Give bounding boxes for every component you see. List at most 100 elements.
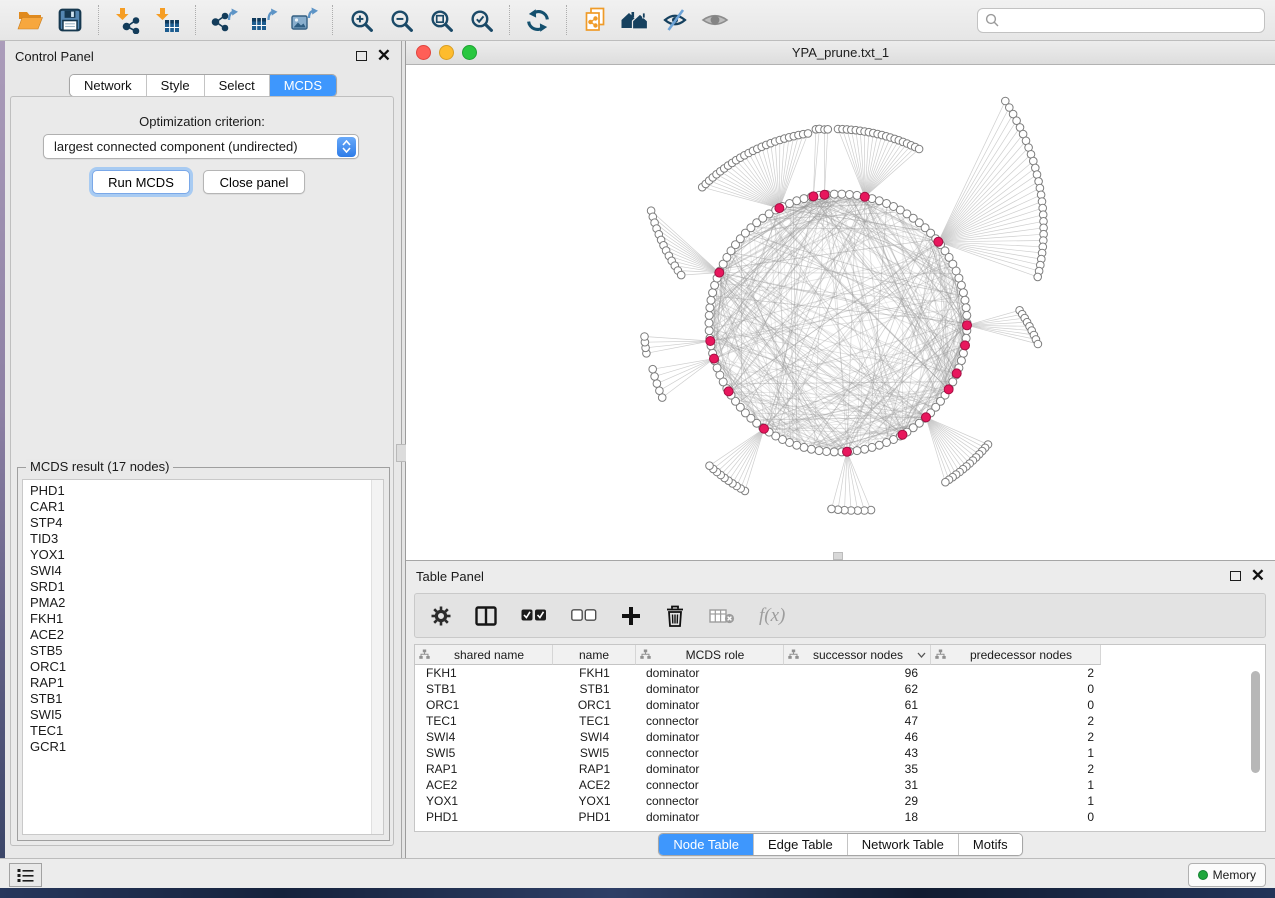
delete-table-button[interactable] bbox=[709, 608, 735, 624]
minimize-window-icon[interactable] bbox=[439, 45, 454, 60]
control-panel-title: Control Panel bbox=[15, 49, 94, 64]
function-builder-button[interactable]: f(x) bbox=[759, 605, 785, 627]
table-row[interactable]: RAP1RAP1dominator352 bbox=[415, 761, 1265, 777]
zoom-window-icon[interactable] bbox=[462, 45, 477, 60]
float-panel-icon[interactable] bbox=[356, 51, 367, 61]
tab-select[interactable]: Select bbox=[204, 75, 269, 96]
task-history-button[interactable] bbox=[9, 863, 42, 887]
toolbar-separator bbox=[509, 5, 510, 35]
table-cell: YOX1 bbox=[553, 793, 636, 809]
table-row[interactable]: SWI4SWI4dominator462 bbox=[415, 729, 1265, 745]
table-row[interactable]: YOX1YOX1connector291 bbox=[415, 793, 1265, 809]
export-image-button[interactable] bbox=[284, 3, 324, 37]
column-header-successor-nodes[interactable]: successor nodes bbox=[784, 645, 931, 665]
mcds-result-item[interactable]: SRD1 bbox=[30, 579, 383, 595]
table-scrollbar-thumb[interactable] bbox=[1251, 671, 1260, 773]
column-header-shared-name[interactable]: shared name bbox=[415, 645, 553, 665]
search-field[interactable] bbox=[977, 8, 1265, 33]
table-cell: 43 bbox=[784, 745, 931, 761]
export-table-button[interactable] bbox=[244, 3, 284, 37]
columns-icon bbox=[475, 606, 497, 626]
refresh-button[interactable] bbox=[518, 3, 558, 37]
zoom-in-button[interactable] bbox=[341, 3, 381, 37]
mcds-result-item[interactable]: YOX1 bbox=[30, 547, 383, 563]
mcds-result-scrollbar[interactable] bbox=[371, 480, 383, 834]
table-row[interactable]: PHD1PHD1dominator180 bbox=[415, 809, 1265, 825]
network-canvas[interactable] bbox=[406, 65, 1275, 560]
memory-button[interactable]: Memory bbox=[1188, 863, 1266, 887]
tab-motifs[interactable]: Motifs bbox=[958, 834, 1022, 855]
mcds-result-item[interactable]: TEC1 bbox=[30, 723, 383, 739]
mcds-result-item[interactable]: SWI5 bbox=[30, 707, 383, 723]
export-network-button[interactable] bbox=[204, 3, 244, 37]
column-header-MCDS-role[interactable]: MCDS role bbox=[636, 645, 784, 665]
close-panel-button[interactable]: Close panel bbox=[203, 170, 305, 194]
table-row[interactable]: ACE2ACE2connector311 bbox=[415, 777, 1265, 793]
optimization-select[interactable]: largest connected component (undirected) bbox=[43, 134, 359, 159]
share-document-button[interactable] bbox=[575, 3, 615, 37]
tab-node-table[interactable]: Node Table bbox=[659, 834, 753, 855]
mcds-result-item[interactable]: FKH1 bbox=[30, 611, 383, 627]
zoom-fit-button[interactable] bbox=[421, 3, 461, 37]
show-eye-button[interactable] bbox=[695, 3, 735, 37]
delete-column-button[interactable] bbox=[665, 605, 685, 627]
zoom-out-button[interactable] bbox=[381, 3, 421, 37]
table-tabs: Node TableEdge TableNetwork TableMotifs bbox=[658, 833, 1022, 856]
tab-edge-table[interactable]: Edge Table bbox=[753, 834, 847, 855]
mcds-result-item[interactable]: STB5 bbox=[30, 643, 383, 659]
close-table-panel-icon[interactable]: ✕ bbox=[1251, 570, 1265, 582]
float-table-panel-icon[interactable] bbox=[1230, 571, 1241, 581]
show-columns-button[interactable] bbox=[475, 606, 497, 626]
mcds-result-item[interactable]: ORC1 bbox=[30, 659, 383, 675]
node-table-body: FKH1FKH1dominator962STB1STB1dominator620… bbox=[415, 665, 1265, 825]
table-row[interactable]: SWI5SWI5connector431 bbox=[415, 745, 1265, 761]
mcds-result-item[interactable]: RAP1 bbox=[30, 675, 383, 691]
deselect-all-button[interactable] bbox=[571, 609, 597, 622]
mcds-result-item[interactable]: GCR1 bbox=[30, 739, 383, 755]
import-table-button[interactable] bbox=[147, 3, 187, 37]
horizontal-splitter-handle[interactable] bbox=[833, 552, 843, 560]
table-row[interactable]: ORC1ORC1dominator610 bbox=[415, 697, 1265, 713]
mcds-result-item[interactable]: PHD1 bbox=[30, 483, 383, 499]
tab-network[interactable]: Network bbox=[70, 75, 146, 96]
mcds-result-item[interactable]: TID3 bbox=[30, 531, 383, 547]
zoom-selected-button[interactable] bbox=[461, 3, 501, 37]
table-row[interactable]: STB1STB1dominator620 bbox=[415, 681, 1265, 697]
table-cell: 2 bbox=[931, 761, 1101, 777]
save-button[interactable] bbox=[50, 3, 90, 37]
import-table-icon bbox=[153, 7, 181, 34]
search-input[interactable] bbox=[1004, 12, 1257, 28]
houses-button[interactable] bbox=[615, 3, 655, 37]
hide-eye-button[interactable] bbox=[655, 3, 695, 37]
mcds-result-item[interactable]: ACE2 bbox=[30, 627, 383, 643]
plus-icon bbox=[621, 606, 641, 626]
mcds-result-item[interactable]: PMA2 bbox=[30, 595, 383, 611]
table-row[interactable]: FKH1FKH1dominator962 bbox=[415, 665, 1265, 681]
table-settings-button[interactable] bbox=[431, 606, 451, 626]
add-column-button[interactable] bbox=[621, 606, 641, 626]
toolbar-separator bbox=[566, 5, 567, 35]
table-row[interactable]: TEC1TEC1connector472 bbox=[415, 713, 1265, 729]
mcds-result-item[interactable]: SWI4 bbox=[30, 563, 383, 579]
select-all-button[interactable] bbox=[521, 609, 547, 622]
mcds-result-item[interactable]: CAR1 bbox=[30, 499, 383, 515]
deselect-all-icon bbox=[571, 609, 597, 622]
run-mcds-button[interactable]: Run MCDS bbox=[92, 170, 190, 194]
network-view bbox=[406, 65, 1275, 560]
mcds-result-item[interactable]: STB1 bbox=[30, 691, 383, 707]
tab-network-table[interactable]: Network Table bbox=[847, 834, 958, 855]
close-panel-icon[interactable]: ✕ bbox=[377, 50, 391, 62]
mcds-result-list[interactable]: PHD1CAR1STP4TID3YOX1SWI4SRD1PMA2FKH1ACE2… bbox=[22, 479, 384, 835]
tab-style[interactable]: Style bbox=[146, 75, 204, 96]
mcds-result-item[interactable]: STP4 bbox=[30, 515, 383, 531]
column-header-predecessor-nodes[interactable]: predecessor nodes bbox=[931, 645, 1101, 665]
import-network-button[interactable] bbox=[107, 3, 147, 37]
column-header-name[interactable]: name bbox=[553, 645, 636, 665]
table-cell: 2 bbox=[931, 665, 1101, 681]
table-scrollbar[interactable] bbox=[1250, 669, 1261, 829]
toolbar-separator bbox=[332, 5, 333, 35]
open-folder-button[interactable] bbox=[10, 3, 50, 37]
houses-icon bbox=[620, 8, 650, 32]
tab-mcds[interactable]: MCDS bbox=[269, 75, 336, 96]
close-window-icon[interactable] bbox=[416, 45, 431, 60]
